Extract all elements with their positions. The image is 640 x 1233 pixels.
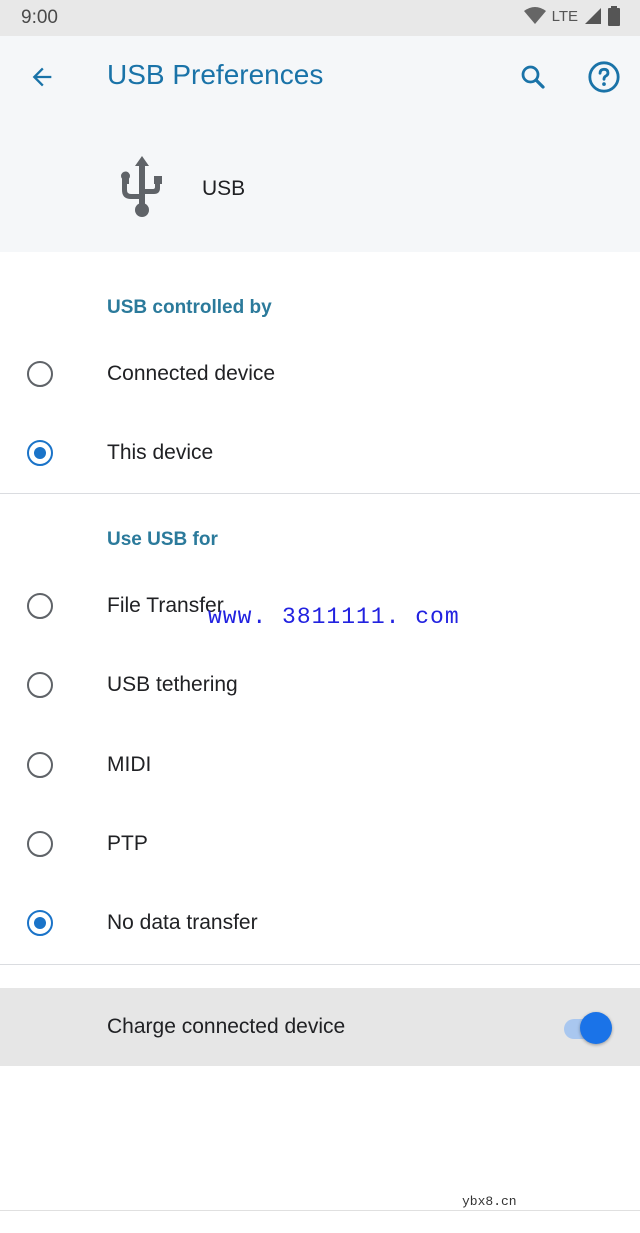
divider [0, 1210, 640, 1211]
option-label: No data transfer [107, 911, 258, 934]
radio-button[interactable] [27, 672, 53, 698]
search-icon [521, 65, 545, 89]
radio-button[interactable] [27, 831, 53, 857]
back-button[interactable] [22, 57, 62, 97]
radio-button[interactable] [27, 361, 53, 387]
network-type: LTE [551, 7, 578, 25]
section-usb-controlled-by: USB controlled by [107, 297, 272, 318]
option-label: Connected device [107, 362, 276, 385]
battery-icon [608, 6, 620, 26]
page-title: USB Preferences [107, 59, 324, 90]
option-connected-device[interactable]: Connected device [0, 336, 640, 416]
help-icon [588, 61, 620, 93]
option-ptp[interactable]: PTP [0, 806, 640, 886]
option-label: File Transfer [107, 594, 224, 617]
signal-icon [585, 8, 601, 24]
divider [0, 493, 640, 494]
usb-label: USB [202, 177, 246, 200]
option-no-data-transfer[interactable]: No data transfer [0, 885, 640, 965]
wifi-icon [523, 7, 546, 24]
usb-icon [121, 156, 162, 217]
charge-label: Charge connected device [107, 1015, 346, 1038]
toggle-switch[interactable] [580, 1012, 612, 1044]
option-label: MIDI [107, 753, 152, 776]
option-label: This device [107, 441, 214, 464]
radio-button[interactable] [27, 593, 53, 619]
option-this-device[interactable]: This device [0, 415, 640, 495]
corner-watermark: ybx8.cn [462, 1194, 517, 1209]
charge-connected-device-row[interactable]: Charge connected device [0, 988, 640, 1066]
header: USB Preferences USB [0, 36, 640, 252]
option-label: USB tethering [107, 673, 238, 696]
option-midi[interactable]: MIDI [0, 727, 640, 807]
radio-button-selected[interactable] [27, 910, 53, 936]
help-button[interactable] [584, 57, 624, 97]
radio-button[interactable] [27, 752, 53, 778]
status-time: 9:00 [21, 7, 58, 28]
watermark-text: www. 3811111. com [208, 604, 460, 630]
search-button[interactable] [513, 57, 553, 97]
radio-button-selected[interactable] [27, 440, 53, 466]
arrow-back-icon [32, 67, 52, 87]
option-usb-tethering[interactable]: USB tethering [0, 647, 640, 727]
section-use-usb-for: Use USB for [107, 529, 218, 550]
status-bar: 9:00 LTE [0, 0, 640, 36]
divider [0, 964, 640, 965]
status-icons: LTE [523, 6, 620, 26]
option-label: PTP [107, 832, 148, 855]
